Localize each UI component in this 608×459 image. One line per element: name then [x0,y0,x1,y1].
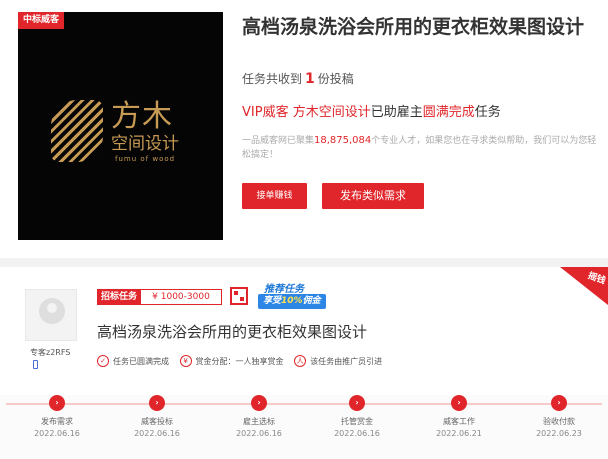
promo-line1: 推荐任务 [264,284,304,295]
vip-label: VIP威客 [242,105,289,120]
step-date: 2022.06.21 [436,429,482,438]
timeline-step: › 威客投标 2022.06.16 [112,395,202,438]
step-arrow-icon: › [149,395,165,411]
step-date: 2022.06.16 [34,429,80,438]
logo-en-text: fumu of wood [115,155,176,163]
vip-name-link[interactable]: 方木空间设计 [293,105,371,120]
avatar[interactable] [25,289,77,341]
task-title: 高档汤泉洗浴会所用的更衣柜效果图设计 [242,16,585,38]
vip-status: 圆满完成 [422,105,475,120]
received-prefix: 任务共收到 [242,72,303,86]
step-label: 托管赏金 [341,417,373,426]
promo-l2c: 佣金 [302,296,321,306]
promo-percent: 10% [281,296,303,306]
feature-reward-text: 赏金分配：一人独享赏金 [195,356,284,366]
section-divider [0,258,608,267]
submission-count: 任务共收到 1 份投稿 [242,70,354,87]
qrcode-icon[interactable] [230,287,248,305]
timeline-step: › 托管赏金 2022.06.16 [312,395,402,438]
timeline-step: › 验收付款 2022.06.23 [514,395,604,438]
step-arrow-icon: › [49,395,65,411]
publish-similar-button[interactable]: 发布类似需求 [322,183,424,209]
feature-reward: ¥ 赏金分配：一人独享赏金 [179,355,284,367]
step-arrow-icon: › [451,395,467,411]
bid-task-tag: 招标任务 [97,289,142,305]
talent-count: 18,875,084 [314,135,372,146]
step-date: 2022.06.16 [236,429,282,438]
vip-end: 任务 [474,105,501,120]
feature-promoter: 人该任务由推广员引进 [294,355,382,367]
step-arrow-icon: › [251,395,267,411]
promo-l2a: 享受 [263,296,282,306]
timeline-step: › 威客工作 2022.06.21 [414,395,504,438]
platform-description: 一品威客网已聚集18,875,084个专业人才，如果您也在寻求类似帮助，我们可以… [242,134,602,162]
task-summary-card: 中标威客 方木 空间设计 fumu of wood 高档汤泉洗浴会所用的更衣柜效… [0,0,608,258]
timeline-step: › 发布需求 2022.06.16 [12,395,102,438]
detail-task-title: 高档汤泉洗浴会所用的更衣柜效果图设计 [97,323,368,341]
corner-ribbon[interactable]: 摇钱 [560,267,608,307]
fangmu-logo: 方木 空间设计 fumu of wood [51,98,201,168]
vip-mid: 已助雇主 [370,105,423,120]
step-label: 发布需求 [41,417,73,426]
promo-badge: 推荐任务 享受10%佣金 [258,280,338,310]
user-icon: 人 [294,355,307,367]
step-date: 2022.06.16 [134,429,180,438]
feature-completed-text: 任务已圆满完成 [113,356,169,366]
step-label: 威客工作 [443,417,475,426]
task-detail-card: 专客z2RFS 招标任务 ¥ 1000-3000 推荐任务 享受10%佣金 高档… [0,267,608,459]
step-date: 2022.06.23 [536,429,582,438]
vip-completion-line: VIP威客 方木空间设计已助雇主圆满完成任务 [242,101,501,120]
logo-mark-icon [51,100,103,162]
received-suffix: 份投稿 [317,72,354,86]
task-features: ✓ 任务已圆满完成 ¥ 赏金分配：一人独享赏金 人该任务由推广员引进 [97,355,390,369]
step-label: 雇主选标 [243,417,275,426]
step-arrow-icon: › [551,395,567,411]
yen-icon: ¥ [179,355,192,367]
default-avatar-icon [39,298,65,324]
step-date: 2022.06.16 [334,429,380,438]
step-arrow-icon: › [349,395,365,411]
check-icon: ✓ [97,355,109,367]
feature-completed: ✓ 任务已圆满完成 [97,355,169,367]
price-range: ¥ 1000-3000 [140,289,222,305]
promo-line2: 享受10%佣金 [258,294,326,309]
received-count: 1 [305,71,315,87]
winner-cover-image[interactable]: 中标威客 方木 空间设计 fumu of wood [18,12,223,240]
accept-order-button[interactable]: 接单赚钱 [242,183,307,209]
step-label: 威客投标 [141,417,173,426]
logo-main-text: 方木 [111,99,173,134]
phone-verified-icon [33,360,38,369]
winner-badge: 中标威客 [18,12,65,29]
feature-promoter-text: 该任务由推广员引进 [310,356,383,366]
step-label: 验收付款 [543,417,575,426]
timeline-step: › 雇主选标 2022.06.16 [214,395,304,438]
desc-pre: 一品威客网已聚集 [242,136,315,146]
logo-sub-text: 空间设计 [111,134,179,154]
employer-username[interactable]: 专客z2RFS [30,347,70,358]
